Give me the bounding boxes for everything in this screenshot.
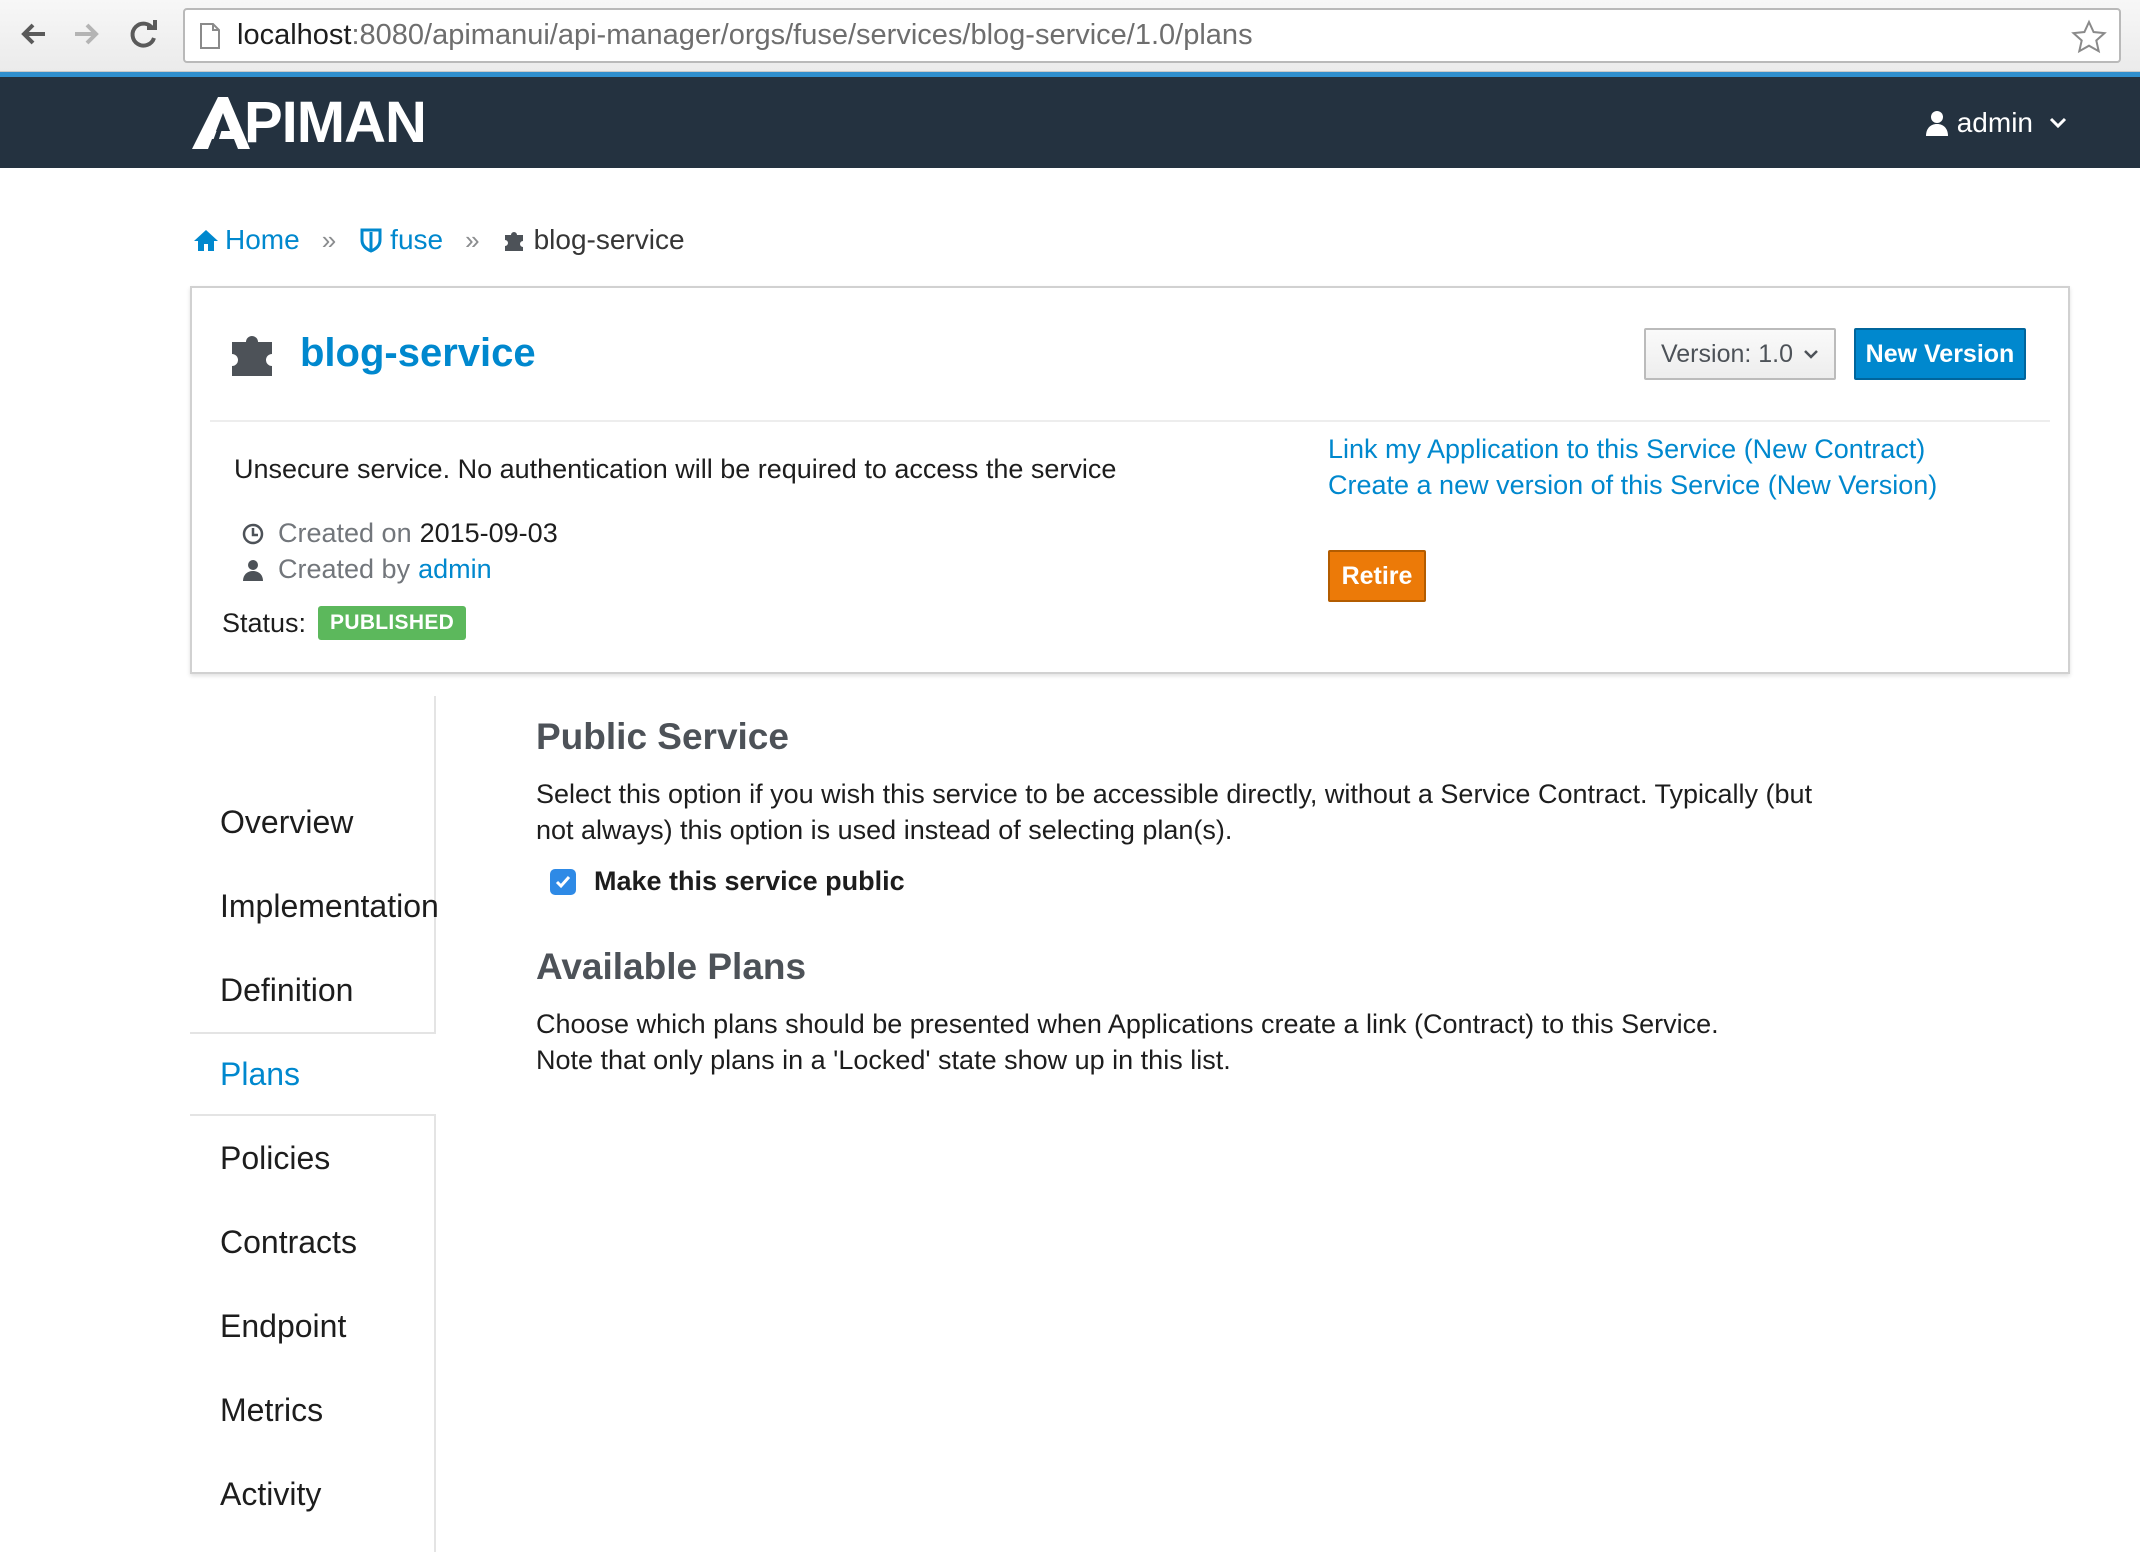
clock-icon	[242, 523, 264, 544]
new-contract-link[interactable]: Link my Application to this Service (New…	[1328, 434, 1925, 465]
breadcrumb: Home » fuse » blog-service	[193, 224, 685, 256]
service-description: Unsecure service. No authentication will…	[234, 454, 1117, 484]
breadcrumb-home-label: Home	[225, 224, 300, 255]
app-header: PIMAN admin	[0, 72, 2140, 168]
sidenav-item-plans[interactable]: Plans	[190, 1032, 438, 1116]
service-title: blog-service	[230, 328, 536, 378]
logo-text: PIMAN	[244, 90, 427, 155]
breadcrumb-org-label: fuse	[390, 224, 444, 255]
chevron-down-icon	[2049, 117, 2067, 129]
public-service-description: Select this option if you wish this serv…	[536, 779, 1813, 845]
forward-arrow-icon	[75, 23, 99, 45]
make-public-label: Make this service public	[594, 866, 905, 896]
sidenav-item-implementation[interactable]: Implementation	[190, 864, 439, 948]
puzzle-icon	[232, 336, 272, 376]
user-menu[interactable]: admin	[1925, 107, 2067, 139]
puzzle-icon	[504, 232, 523, 251]
service-side-nav: Overview Implementation Definition Plans…	[190, 696, 439, 1552]
make-public-option[interactable]: Make this service public	[550, 866, 905, 897]
available-plans-description-2: Note that only plans in a 'Locked' state…	[536, 1045, 1231, 1075]
browser-toolbar: localhost:8080/apimanui/api-manager/orgs…	[0, 0, 2140, 72]
reload-icon	[130, 20, 157, 48]
checkbox-checked-icon	[555, 875, 571, 888]
sidenav-item-overview[interactable]: Overview	[190, 780, 436, 864]
sidenav-item-contracts[interactable]: Contracts	[190, 1200, 436, 1284]
sidenav-item-activity[interactable]: Activity	[190, 1452, 436, 1536]
reload-button[interactable]	[124, 14, 164, 54]
home-icon	[194, 230, 218, 251]
created-on-label: Created on	[278, 518, 412, 548]
created-on: Created on 2015-09-03	[242, 518, 558, 549]
page-icon	[200, 22, 220, 49]
star-icon[interactable]	[2071, 19, 2107, 55]
make-public-checkbox[interactable]	[550, 868, 576, 895]
breadcrumb-current: blog-service	[502, 224, 685, 256]
user-icon	[1925, 111, 1948, 136]
version-dropdown[interactable]: Version: 1.0	[1644, 328, 1836, 380]
sidenav-item-policies[interactable]: Policies	[190, 1116, 436, 1200]
chevron-down-icon	[1804, 350, 1818, 359]
available-plans-description-1: Choose which plans should be presented w…	[536, 1009, 1719, 1039]
sidenav-item-endpoint[interactable]: Endpoint	[190, 1284, 436, 1368]
address-bar[interactable]: localhost:8080/apimanui/api-manager/orgs…	[183, 8, 2121, 63]
breadcrumb-separator: »	[321, 224, 337, 255]
available-plans-heading: Available Plans	[536, 946, 807, 987]
back-button[interactable]	[14, 14, 54, 54]
sidenav-item-metrics[interactable]: Metrics	[190, 1368, 436, 1452]
shield-icon	[360, 228, 382, 253]
created-by: Created by admin	[242, 554, 492, 585]
apiman-logo[interactable]: PIMAN	[190, 90, 427, 155]
created-by-label: Created by	[278, 554, 411, 584]
service-summary-card: blog-service Version: 1.0 New Version Un…	[190, 286, 2070, 674]
created-by-link[interactable]: admin	[418, 554, 492, 585]
status-row: Status: PUBLISHED	[222, 606, 467, 640]
address-url: localhost:8080/apimanui/api-manager/orgs…	[237, 19, 1253, 51]
new-version-link[interactable]: Create a new version of this Service (Ne…	[1328, 470, 1937, 501]
user-name: admin	[1956, 107, 2033, 138]
version-dropdown-label: Version: 1.0	[1660, 339, 1794, 368]
public-service-heading: Public Service	[536, 716, 789, 757]
apiman-logo-icon	[192, 97, 250, 149]
breadcrumb-separator: »	[465, 224, 480, 255]
user-icon	[243, 559, 263, 581]
breadcrumb-home[interactable]: Home	[193, 224, 300, 256]
breadcrumb-current-label: blog-service	[533, 224, 685, 255]
new-version-button[interactable]: New Version	[1854, 328, 2026, 380]
status-label: Status:	[222, 607, 307, 638]
service-name: blog-service	[300, 330, 536, 375]
retire-button[interactable]: Retire	[1328, 550, 1426, 602]
back-arrow-icon	[21, 23, 45, 45]
created-on-value: 2015-09-03	[419, 518, 558, 548]
sidenav-item-definition[interactable]: Definition	[190, 948, 436, 1032]
status-badge: PUBLISHED	[318, 606, 467, 640]
forward-button[interactable]	[66, 14, 106, 54]
card-divider	[210, 420, 2050, 422]
breadcrumb-org[interactable]: fuse	[358, 224, 443, 256]
